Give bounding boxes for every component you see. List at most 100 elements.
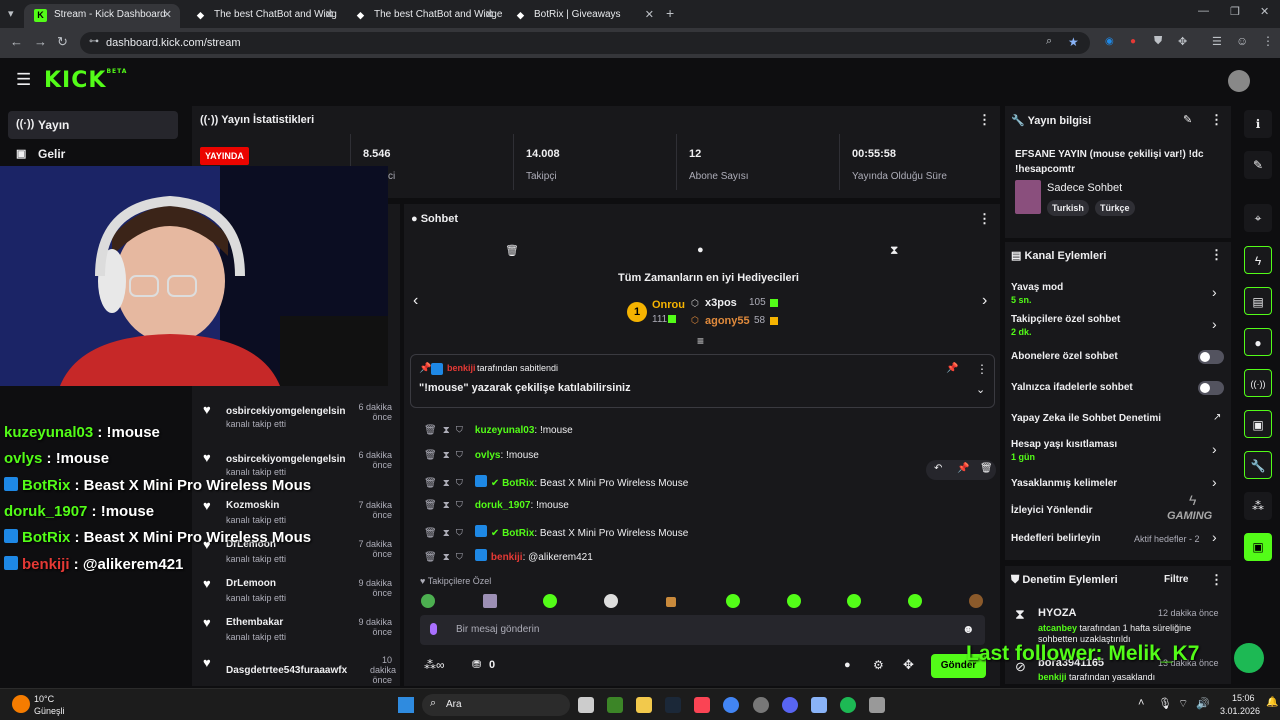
emote-icon[interactable]	[847, 594, 861, 608]
chrome-icon[interactable]	[723, 697, 739, 713]
tab-kick-dashboard[interactable]: K Stream - Kick Dashboard ✕	[24, 4, 180, 28]
back-icon[interactable]: ←	[10, 34, 23, 49]
filter-button[interactable]: Filtre	[1164, 574, 1188, 585]
profile-icon[interactable]: ☺	[1236, 34, 1248, 48]
tab-chatbot-2[interactable]: ◆ The best ChatBot and Widgets ✕	[344, 4, 502, 28]
chevron-up-icon[interactable]: ˄	[1138, 697, 1144, 709]
microphone-icon[interactable]: 🎙	[1158, 697, 1172, 710]
windows-start-icon[interactable]	[398, 697, 414, 713]
forward-icon[interactable]: →	[34, 34, 47, 49]
chevron-down-icon[interactable]: ⌄	[976, 383, 985, 396]
maximize-icon[interactable]: ❐	[1230, 5, 1240, 18]
spotify-icon[interactable]	[840, 697, 856, 713]
extension-icon[interactable]: ▣	[1244, 533, 1272, 561]
wifi-icon[interactable]: ⌔	[1178, 697, 1188, 711]
chat-input[interactable]: Bir mesaj gönderin ☻	[420, 615, 985, 645]
emote-icon[interactable]	[421, 594, 435, 608]
chat-username[interactable]: doruk_1907	[475, 500, 531, 511]
discord-icon[interactable]	[782, 697, 798, 713]
edit-pencil-icon[interactable]: ✎	[1183, 113, 1192, 126]
chevron-right-icon[interactable]: ›	[1212, 529, 1217, 545]
followers-chat-label[interactable]: Takipçilere özel sohbet	[1011, 314, 1120, 325]
site-info-icon[interactable]: ⊶	[89, 36, 99, 47]
menu-icon[interactable]: ⋮	[1262, 34, 1274, 48]
tab-search-icon[interactable]: ▾	[8, 7, 14, 20]
more-options-icon[interactable]: ⋮	[978, 112, 991, 128]
chat-message[interactable]: 🗑⧗⛉ ✔ BotRix: Beast X Mini Pro Wireless M…	[424, 525, 688, 539]
hourglass-icon[interactable]: ⧗	[890, 243, 898, 258]
chat-bubble-icon[interactable]: ●	[697, 244, 704, 256]
more-options-icon[interactable]: ⋮	[978, 211, 991, 227]
sidebar-item-gelir[interactable]: ▣ Gelir	[8, 140, 178, 168]
chat-message[interactable]: 🗑⧗⛉ ovlys: !mouse	[424, 450, 539, 461]
trash-icon[interactable]: 🗑	[505, 244, 519, 257]
emote-icon[interactable]	[543, 594, 557, 608]
mod-target-user[interactable]: HYOZA	[1038, 607, 1077, 619]
file-explorer-icon[interactable]	[636, 697, 652, 713]
points-icon[interactable]: ⁂∞	[424, 658, 445, 672]
valorant-icon[interactable]	[694, 697, 710, 713]
broadcast-icon[interactable]: ((·))	[1244, 369, 1272, 397]
emote-icon[interactable]	[483, 594, 497, 608]
lightning-icon[interactable]: ϟ	[1244, 246, 1272, 274]
wrench-icon[interactable]: 🔧	[1244, 451, 1272, 479]
chat-username[interactable]: ovlys	[475, 450, 501, 461]
emote-icon[interactable]	[726, 594, 740, 608]
banned-words-label[interactable]: Yasaklanmış kelimeler	[1011, 478, 1117, 489]
more-options-icon[interactable]: ⋮	[1210, 112, 1223, 128]
emotes-only-toggle[interactable]	[1198, 381, 1224, 395]
age-limit-label[interactable]: Hesap yaşı kısıtlaması	[1011, 439, 1117, 450]
chat-username[interactable]: BotRix	[502, 478, 534, 489]
chat-bubble-icon[interactable]: ●	[1244, 328, 1272, 356]
reading-list-icon[interactable]: ☰	[1212, 35, 1222, 48]
redirect-label[interactable]: İzleyici Yönlendir	[1011, 505, 1093, 516]
trash-icon[interactable]: 🗑	[980, 463, 993, 474]
close-icon[interactable]: ✕	[163, 8, 172, 21]
volume-icon[interactable]: 🔊	[1196, 697, 1210, 710]
microphone-icon[interactable]	[430, 623, 437, 635]
minecraft-icon[interactable]	[607, 697, 623, 713]
close-window-icon[interactable]: ✕	[1260, 5, 1269, 18]
more-options-icon[interactable]: ⋮	[1210, 247, 1223, 263]
mod-tools-icon[interactable]: 🗑⧗⛉	[424, 450, 469, 461]
zoom-icon[interactable]: ⌕	[1046, 35, 1052, 48]
mod-tools-icon[interactable]: 🗑⧗⛉	[424, 478, 469, 489]
bookmark-star-icon[interactable]: ★	[1068, 35, 1079, 49]
edit-pencil-icon[interactable]: ✎	[1244, 151, 1272, 179]
chat-message[interactable]: 🗑⧗⛉ kuzeyunal03: !mouse	[424, 425, 573, 436]
goals-label[interactable]: Hedefleri belirleyin	[1011, 533, 1100, 544]
mod-by-user[interactable]: benkiji	[1038, 672, 1067, 682]
tab-chatbot-1[interactable]: ◆ The best ChatBot and Widg ✕	[184, 4, 342, 28]
gear-icon[interactable]: ⚙	[873, 658, 884, 672]
emoji-icon[interactable]: ☻	[962, 622, 975, 636]
undo-icon[interactable]: ↶	[934, 463, 942, 474]
settings-icon[interactable]	[869, 697, 885, 713]
steam-icon[interactable]	[665, 697, 681, 713]
chat-username[interactable]: BotRix	[502, 528, 534, 539]
ai-mod-label[interactable]: Yapay Zeka ile Sohbet Denetimi	[1011, 413, 1161, 424]
chat-bubble-icon[interactable]: ●	[844, 659, 851, 671]
minimize-icon[interactable]: —	[1198, 5, 1209, 17]
hamburger-menu-icon[interactable]: ☰	[16, 70, 31, 90]
emote-icon[interactable]	[787, 594, 801, 608]
puzzle-icon[interactable]: ✥	[1178, 35, 1187, 48]
document-icon[interactable]: ▤	[1244, 287, 1272, 315]
subs-chat-toggle[interactable]	[1198, 350, 1224, 364]
more-options-icon[interactable]: ⋮	[976, 362, 988, 376]
clock-time[interactable]: 15:06	[1232, 693, 1255, 703]
chat-username[interactable]: benkiji	[491, 552, 523, 563]
puzzle-icon[interactable]: ✥	[903, 657, 914, 673]
shield-icon[interactable]: ⛊	[1154, 35, 1162, 48]
reload-icon[interactable]: ↻	[57, 34, 68, 50]
mod-tools-icon[interactable]: 🗑⧗⛉	[424, 552, 469, 563]
chat-message[interactable]: 🗑⧗⛉ ✔ BotRix: Beast X Mini Pro Wireless M…	[424, 475, 688, 489]
mod-by-user[interactable]: atcanbey	[1038, 623, 1077, 633]
target-icon[interactable]: ⌖	[1244, 204, 1272, 232]
weather-icon[interactable]	[12, 695, 30, 713]
tab-botrix-giveaways[interactable]: ◆ BotRix | Giveaways ✕	[504, 4, 662, 28]
kick-logo[interactable]: KICKBETA	[44, 68, 127, 93]
pin-icon[interactable]: 📌	[957, 463, 969, 474]
emote-icon[interactable]	[908, 594, 922, 608]
emote-icon[interactable]	[666, 597, 676, 607]
collapse-icon[interactable]: ≡	[697, 334, 704, 348]
